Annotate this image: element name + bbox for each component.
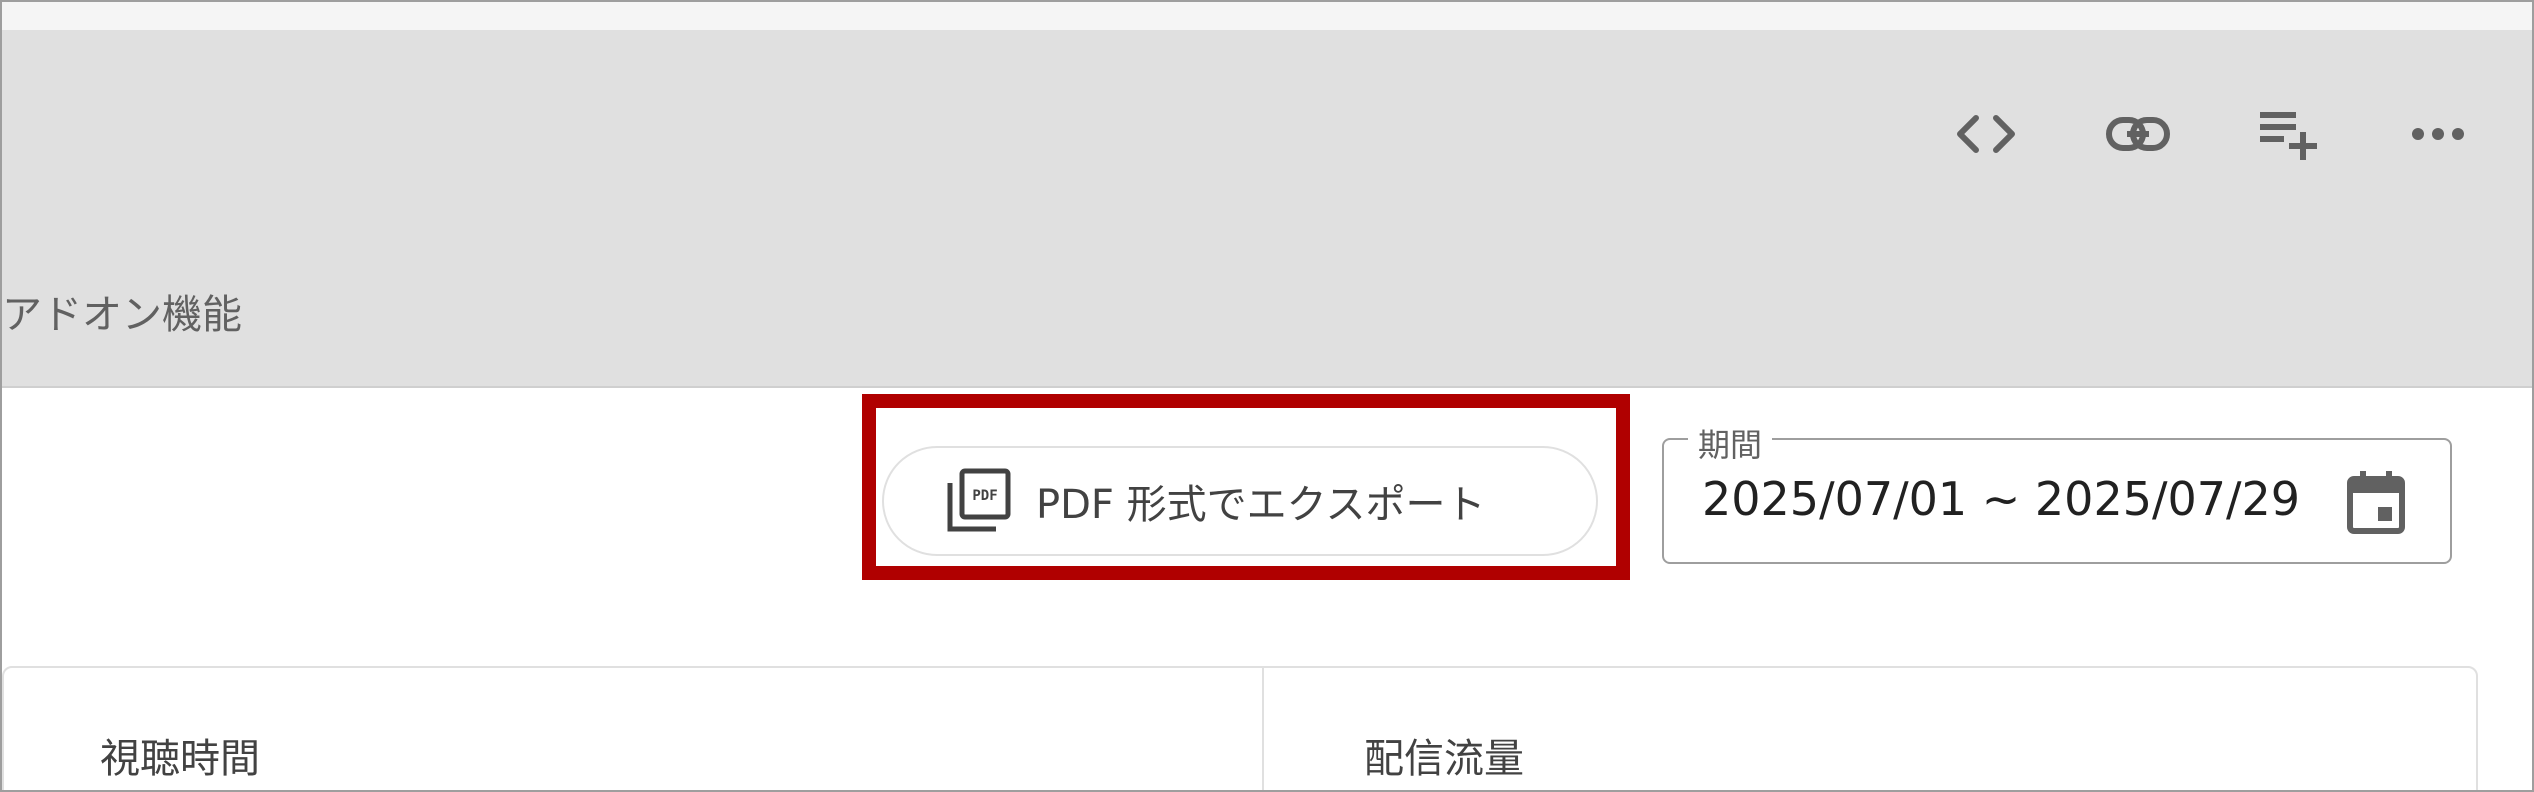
header-top-strip bbox=[2, 2, 2532, 30]
calendar-icon[interactable] bbox=[2340, 464, 2412, 540]
more-horizontal-icon[interactable] bbox=[2402, 98, 2474, 170]
code-icon[interactable] bbox=[1950, 98, 2022, 170]
card-divider bbox=[1262, 666, 1264, 790]
video-header: アドオン機能 bbox=[2, 2, 2532, 388]
date-range-legend: 期間 bbox=[1688, 420, 1773, 466]
tab-addon-features[interactable]: アドオン機能 bbox=[2, 282, 242, 340]
app-frame: アドオン機能 PDF PDF 形式でエクスポート 期間 2025/07/01 ~… bbox=[0, 0, 2534, 792]
playlist-add-icon[interactable] bbox=[2252, 98, 2324, 170]
card-title-watch-time: 視聴時間 bbox=[100, 736, 260, 782]
card-title-delivery-traffic: 配信流量 bbox=[1364, 736, 1524, 782]
link-icon[interactable] bbox=[2102, 98, 2174, 170]
date-range-value[interactable]: 2025/07/01 ~ 2025/07/29 bbox=[1702, 472, 2300, 526]
metrics-card-group bbox=[2, 666, 2478, 790]
highlight-annotation bbox=[862, 394, 1630, 580]
